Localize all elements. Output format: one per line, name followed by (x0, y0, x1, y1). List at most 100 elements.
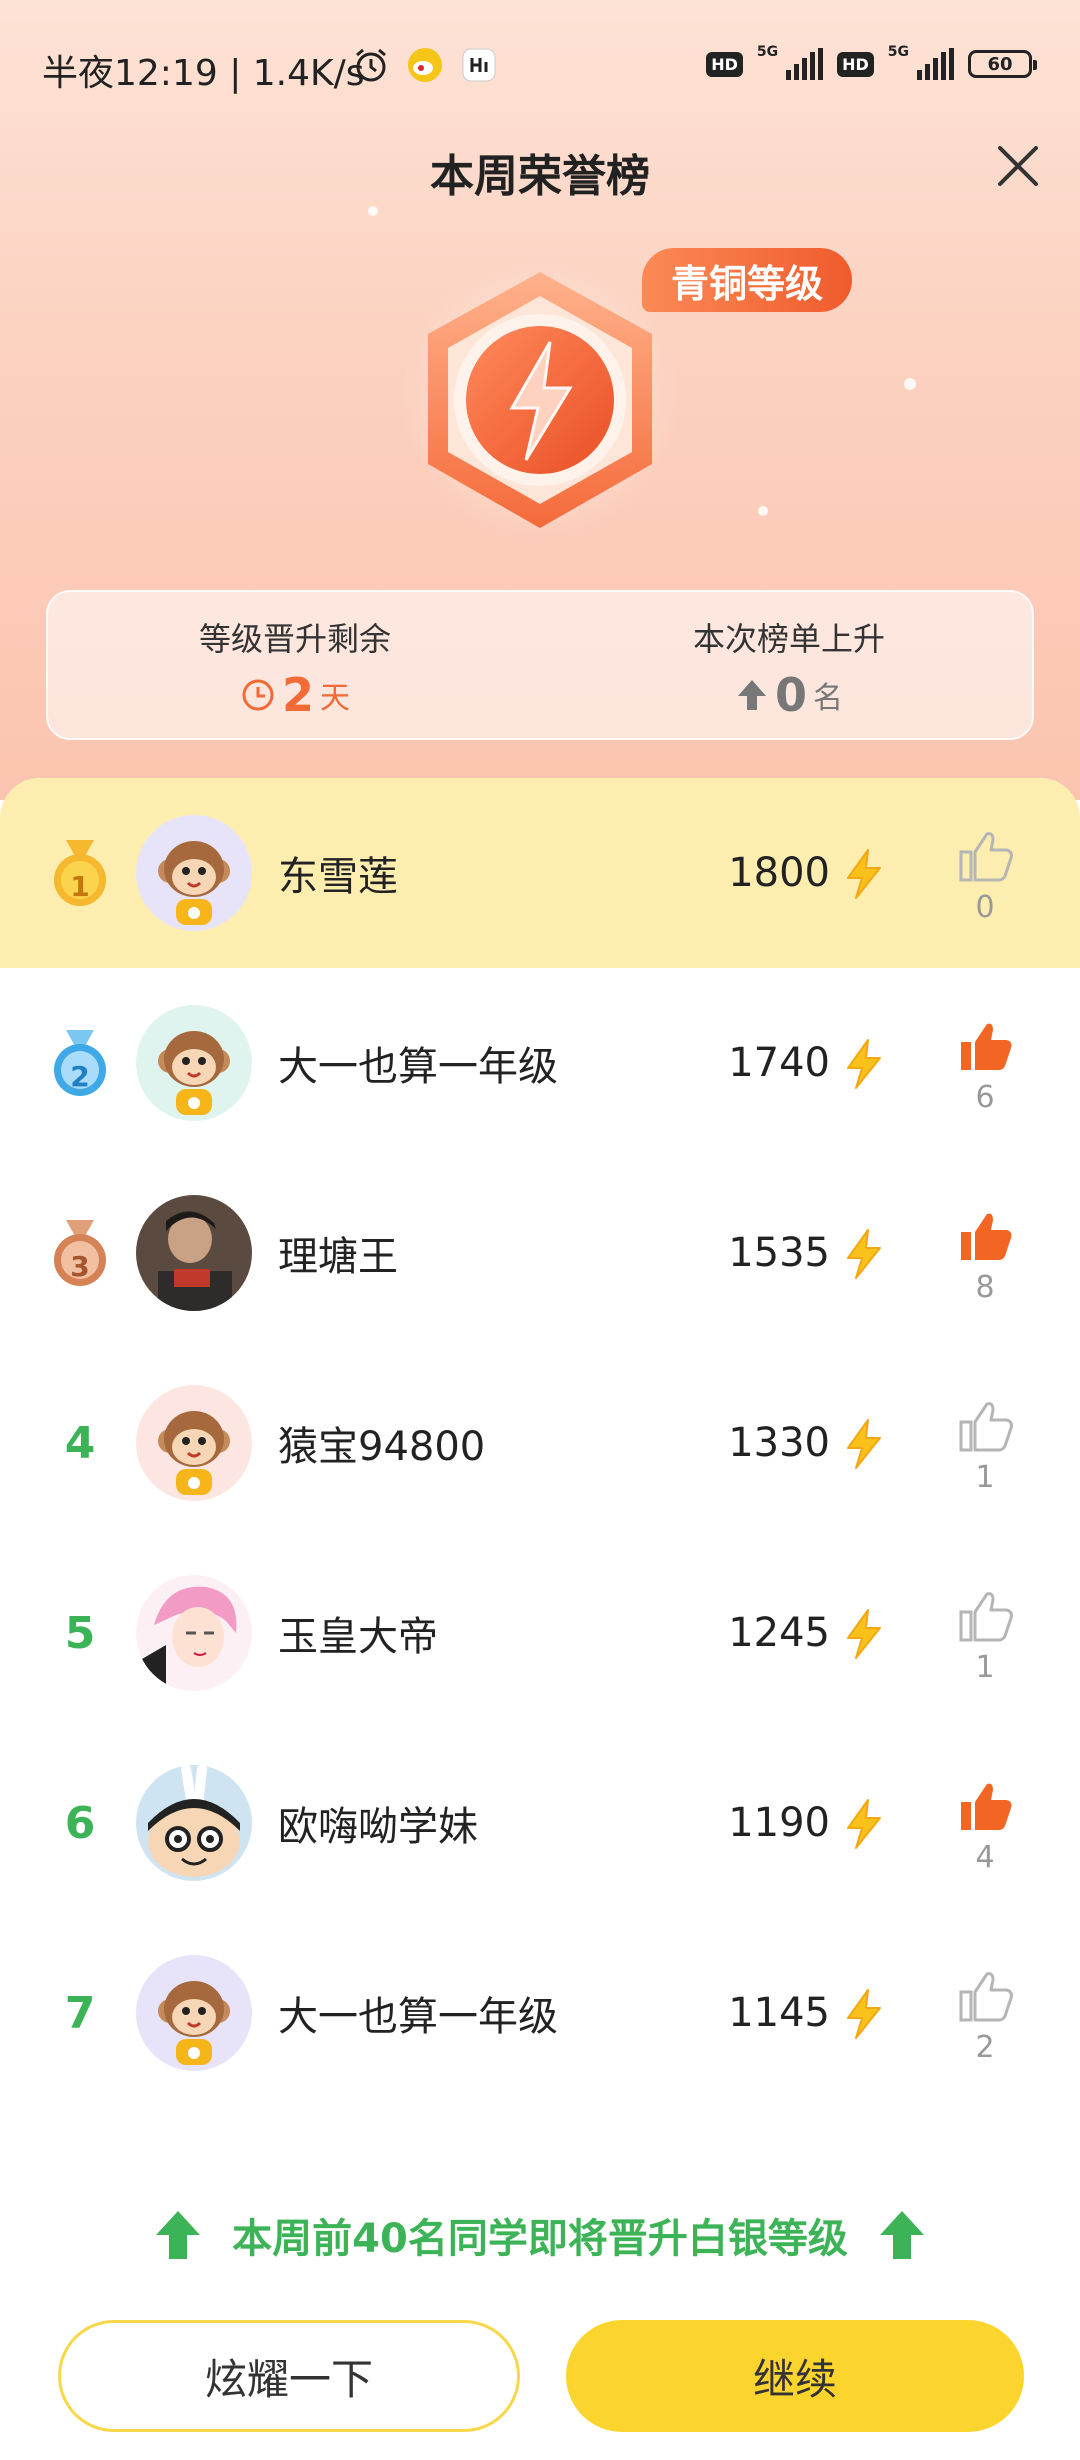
status-system-icons: HD 5G HD 5G 60 (706, 44, 1037, 80)
promotion-remaining-label: 等级晋升剩余 (198, 620, 391, 658)
thumbs-up-icon (959, 1972, 1013, 2022)
rank-row[interactable]: 1 东雪莲 1800 0 (0, 778, 1080, 968)
avatar[interactable] (136, 1955, 252, 2071)
thumbs-up-icon (961, 1783, 1012, 1830)
rank-row[interactable]: 4 猿宝94800 1330 1 (0, 1348, 1080, 1538)
avatar[interactable] (136, 1385, 252, 1501)
rank-number: 7 (64, 1987, 96, 2039)
lightning-icon (840, 1988, 888, 2040)
avatar[interactable] (136, 1005, 252, 1121)
green-arrow-up-icon (156, 2211, 201, 2259)
like-count: 1 (975, 1460, 995, 1495)
sparkle (758, 506, 768, 516)
stats-card: 等级晋升剩余 2 天 本次榜单上升 0 名 (46, 590, 1034, 740)
avatar[interactable] (136, 1765, 252, 1881)
like-count: 6 (975, 1080, 995, 1115)
close-button[interactable] (990, 138, 1046, 194)
close-icon (998, 146, 1038, 186)
like-count: 0 (975, 890, 995, 925)
sparkle (368, 206, 378, 216)
ranking-list[interactable]: 1 东雪莲 1800 0 2 大一也算一年级 1740 6 3 理塘王 1535 8 4 猿宝94800 1… (0, 778, 1080, 2178)
like-button[interactable] (955, 1588, 1015, 1644)
rank-number: 6 (64, 1797, 96, 1849)
app-icon (460, 46, 498, 84)
rank-rise-label: 本次榜单上升 (692, 620, 885, 658)
username: 东雪莲 (278, 854, 398, 900)
lightning-icon (840, 1608, 888, 1660)
bronze-lightning-badge-icon (400, 260, 680, 540)
network-type: 5G (887, 44, 909, 60)
score: 1190 (728, 1800, 830, 1846)
status-notification-icons (352, 46, 498, 84)
rank-number: 5 (64, 1607, 96, 1659)
like-button[interactable] (955, 1208, 1015, 1264)
rank-row[interactable]: 3 理塘王 1535 8 (0, 1158, 1080, 1348)
lightning-icon (840, 1038, 888, 1090)
like-count: 1 (975, 1650, 995, 1685)
battery-icon: 60 (968, 50, 1037, 78)
thumbs-up-icon (961, 1213, 1012, 1260)
rank-medal: 1 (30, 778, 130, 968)
like-button[interactable] (955, 1398, 1015, 1454)
promotion-banner: 本周前40名同学即将晋升白银等级 (0, 2180, 1080, 2290)
sparkle (904, 378, 916, 390)
score: 1535 (728, 1230, 830, 1276)
score: 1145 (728, 1990, 830, 2036)
show-off-button[interactable]: 炫耀一下 (58, 2320, 520, 2432)
rank-row[interactable]: 5 玉皇大帝 1245 1 (0, 1538, 1080, 1728)
level-badge (400, 250, 680, 550)
network-type: 5G (756, 44, 779, 60)
weibo-icon (406, 46, 444, 84)
promotion-text: 本周前40名同学即将晋升白银等级 (232, 2216, 848, 2262)
page-title: 本周荣誉榜 (430, 151, 650, 202)
lightning-icon (840, 848, 888, 900)
like-button[interactable] (955, 1968, 1015, 2024)
arrow-up-icon (737, 680, 766, 710)
hd-icon: HD (706, 51, 743, 77)
score: 1800 (728, 850, 830, 896)
status-bar: 半夜12:19 | 1.4K/s HD 5G HD 5G 60 (0, 0, 1080, 140)
score: 1330 (728, 1420, 830, 1466)
score: 1740 (728, 1040, 830, 1086)
like-button[interactable] (955, 1018, 1015, 1074)
thumbs-up-icon (959, 1592, 1013, 1642)
like-count: 4 (975, 1840, 995, 1875)
promotion-remaining: 等级晋升剩余 2 天 (48, 614, 542, 722)
lightning-icon (840, 1228, 888, 1280)
username: 猿宝94800 (278, 1424, 486, 1470)
continue-button[interactable]: 继续 (566, 2320, 1024, 2432)
clock-icon (242, 679, 274, 711)
like-button[interactable] (955, 828, 1015, 884)
username: 大一也算一年级 (278, 1044, 558, 1090)
avatar[interactable] (136, 815, 252, 931)
promotion-remaining-value: 2 (281, 668, 314, 722)
signal-icon (917, 48, 954, 80)
avatar[interactable] (136, 1575, 252, 1691)
rank-row[interactable]: 7 大一也算一年级 1145 2 (0, 1918, 1080, 2108)
avatar[interactable] (136, 1195, 252, 1311)
thumbs-up-icon (959, 1402, 1013, 1452)
promotion-remaining-unit: 天 (320, 681, 350, 716)
like-button[interactable] (955, 1778, 1015, 1834)
username: 大一也算一年级 (278, 1994, 558, 2040)
level-tag: 青铜等级 (642, 248, 852, 312)
rank-number: 3 (70, 1250, 90, 1283)
rank-row[interactable]: 2 大一也算一年级 1740 6 (0, 968, 1080, 1158)
thumbs-up-icon (961, 1023, 1012, 1070)
green-arrow-up-icon (879, 2211, 924, 2259)
status-time: 半夜12:19 | 1.4K/s (42, 53, 365, 94)
hd-icon: HD (837, 51, 874, 77)
rank-medal: 2 (30, 968, 130, 1158)
lightning-icon (840, 1798, 888, 1850)
rank-row[interactable]: 6 欧嗨呦学妹 1190 4 (0, 1728, 1080, 1918)
like-count: 8 (975, 1270, 995, 1305)
rank-rise-value: 0 (774, 668, 807, 722)
rank-rise: 本次榜单上升 0 名 (542, 614, 1036, 722)
signal-icon (786, 48, 824, 80)
thumbs-up-icon (959, 832, 1013, 882)
alarm-icon (352, 46, 390, 84)
lightning-icon (840, 1418, 888, 1470)
rank-rise-unit: 名 (813, 681, 843, 716)
username: 玉皇大帝 (278, 1614, 438, 1660)
rank-number: 4 (64, 1417, 96, 1469)
